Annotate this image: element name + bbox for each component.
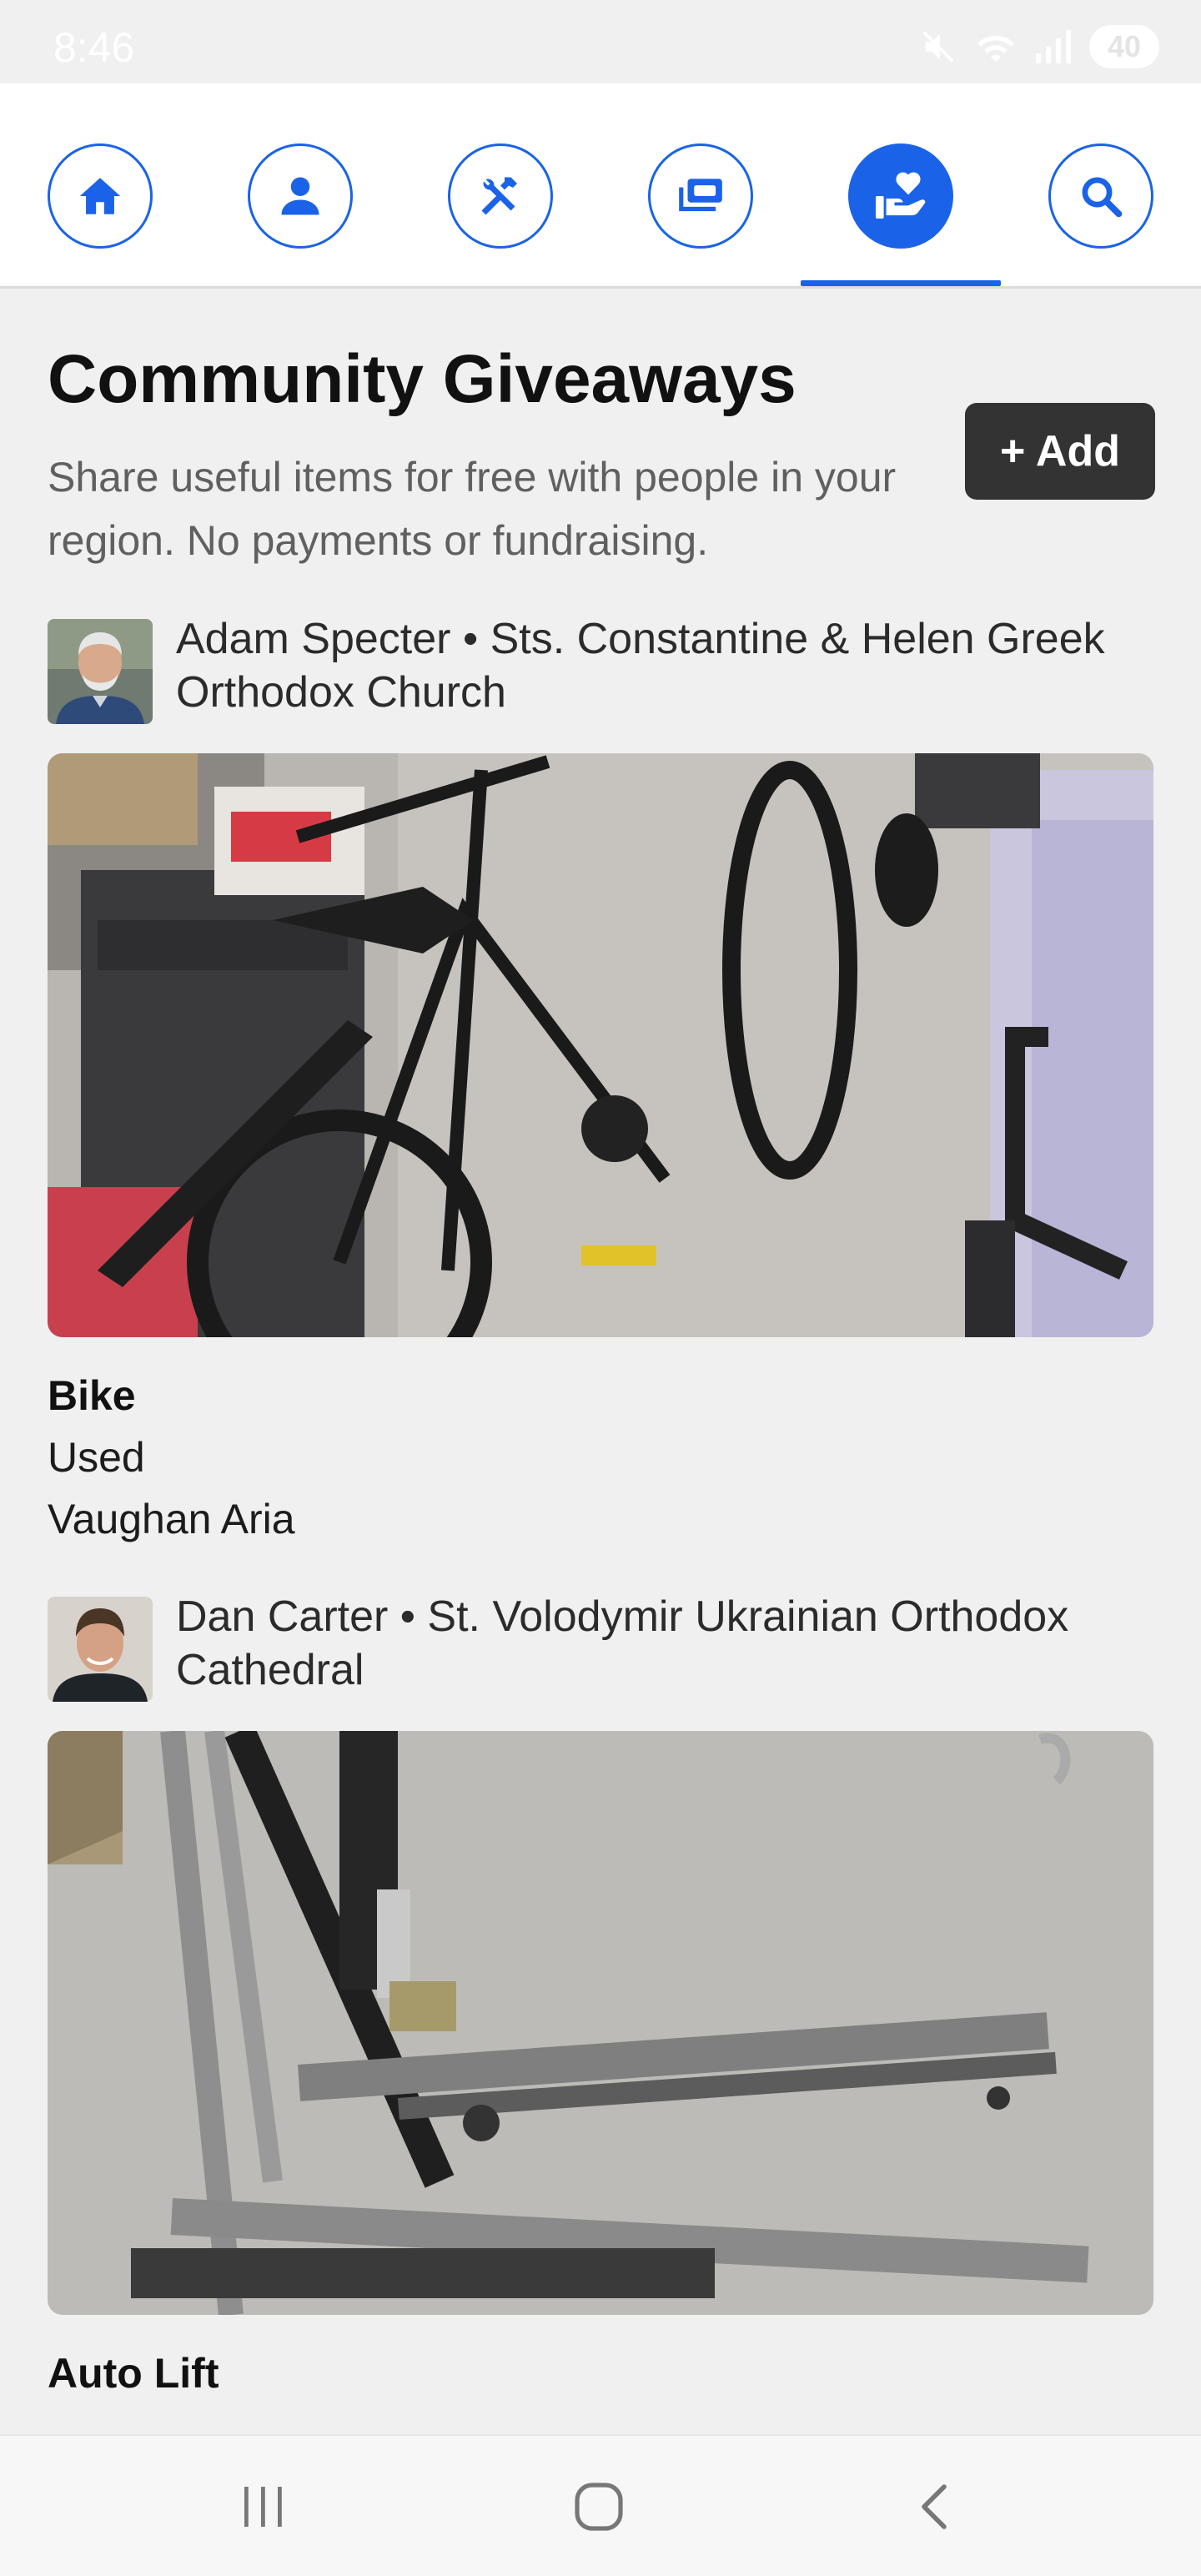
recent-apps-icon[interactable]: [225, 2473, 300, 2540]
tab-profile[interactable]: [248, 143, 353, 249]
item-photo[interactable]: [48, 1731, 1153, 2315]
person-icon: [281, 177, 319, 215]
item-title: Auto Lift: [48, 2350, 219, 2397]
item-location: Vaughan Aria: [48, 1496, 295, 1542]
status-icons: 40: [919, 25, 1159, 68]
tab-home[interactable]: [48, 143, 153, 249]
tab-giveaways[interactable]: [848, 143, 953, 249]
item-photo[interactable]: [48, 753, 1153, 1337]
tab-money[interactable]: [648, 143, 753, 249]
add-button[interactable]: + Add: [965, 403, 1155, 500]
avatar: [48, 619, 153, 724]
tab-tools[interactable]: [448, 143, 553, 249]
item-condition: Used: [48, 1434, 145, 1481]
search-icon: [1082, 177, 1123, 218]
page-subtitle: Share useful items for free with people …: [48, 454, 897, 564]
back-icon[interactable]: [897, 2473, 972, 2540]
system-nav-bar: [0, 2434, 1201, 2576]
poster-name: Adam Specter • Sts. Constantine & Helen …: [176, 615, 1105, 717]
poster-name: Dan Carter • St. Volodymir Ukrainian Ort…: [176, 1592, 1069, 1694]
hand-heart-icon: [876, 172, 926, 219]
home-icon: [79, 178, 121, 214]
post-header[interactable]: Dan Carter • St. Volodymir Ukrainian Ort…: [48, 1592, 1168, 1702]
avatar: [48, 1597, 153, 1702]
top-nav: [0, 83, 1201, 289]
status-time: 8:46: [53, 24, 135, 71]
battery-icon: 40: [1089, 25, 1159, 68]
home-circle-icon[interactable]: [561, 2473, 636, 2540]
wifi-icon: [976, 28, 1016, 65]
page-title: Community Giveaways: [48, 341, 796, 417]
mute-icon: [919, 28, 957, 66]
status-bar: 8:46 40: [0, 0, 1201, 83]
active-tab-indicator: [801, 280, 1001, 286]
money-icon: [679, 179, 722, 212]
tools-icon: [481, 177, 517, 215]
post-header[interactable]: Adam Specter • Sts. Constantine & Helen …: [48, 615, 1168, 724]
item-title: Bike: [48, 1372, 136, 1419]
tab-search[interactable]: [1048, 143, 1153, 249]
signal-icon: [1034, 28, 1071, 65]
